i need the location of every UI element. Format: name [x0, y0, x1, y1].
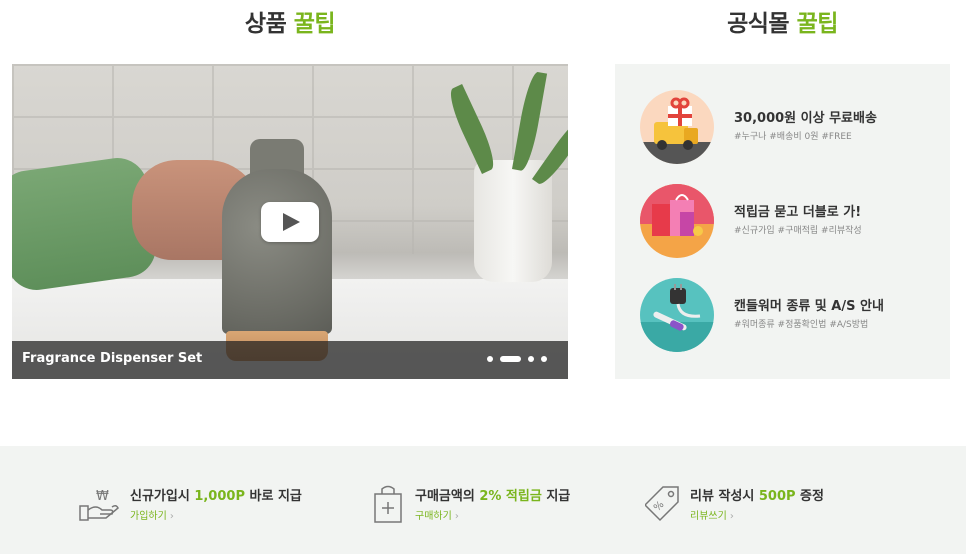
chevron-right-icon: ›	[454, 511, 459, 522]
slide-dot-3[interactable]	[528, 356, 534, 362]
link-label: 구매하기	[415, 511, 452, 522]
video-thumbnail-bottle	[222, 139, 332, 364]
title-prefix: 상품	[244, 11, 287, 37]
title-prefix: 공식몰	[727, 11, 790, 37]
video-slider[interactable]: Fragrance Dispenser Set	[12, 64, 568, 379]
slide-dot-1[interactable]	[487, 356, 493, 362]
tip-title: 30,000원 이상 무료배송	[734, 111, 877, 126]
headline-text: 증정	[795, 489, 824, 504]
title-accent: 꿀팁	[293, 11, 336, 37]
shopping-bags-icon	[640, 184, 714, 258]
video-caption: Fragrance Dispenser Set	[22, 351, 203, 366]
purchase-link[interactable]: 구매하기 ›	[415, 507, 459, 522]
headline-text: 바로 지급	[244, 489, 302, 504]
tip-tags: #신규가입 #구매적립 #리뷰작성	[734, 226, 862, 236]
review-link[interactable]: 리뷰쓰기 ›	[690, 507, 734, 522]
benefit-review[interactable]: % 리뷰 작성시 500P 증정 리뷰쓰기 ›	[645, 482, 865, 526]
benefits-strip: ₩ 신규가입시 1,000P 바로 지급 가입하기 › 구매금액의 2% 적립금 …	[0, 446, 966, 554]
benefit-headline: 신규가입시 1,000P 바로 지급	[130, 485, 302, 504]
benefit-headline: 리뷰 작성시 500P 증정	[690, 485, 824, 504]
chevron-right-icon: ›	[169, 511, 174, 522]
chevron-right-icon: ›	[729, 511, 734, 522]
tip-tags: #누구나 #배송비 0원 #FREE	[734, 132, 852, 142]
tip-tags: #워머종류 #정품확인법 #A/S방법	[734, 320, 869, 330]
title-accent: 꿀팁	[796, 11, 839, 37]
link-label: 리뷰쓰기	[690, 511, 727, 522]
product-tips-title: 상품 꿀팁	[12, 4, 568, 38]
headline-text: 신규가입시	[130, 489, 195, 504]
mall-tips-panel: 30,000원 이상 무료배송 #누구나 #배송비 0원 #FREE 적립금 묻…	[615, 64, 950, 379]
headline-highlight: 1,000P	[194, 489, 245, 504]
headline-text: 구매금액의	[415, 489, 480, 504]
delivery-gift-icon	[640, 90, 714, 164]
slide-dot-2[interactable]	[500, 356, 521, 362]
headline-text: 리뷰 작성시	[690, 489, 759, 504]
benefit-purchase[interactable]: 구매금액의 2% 적립금 지급 구매하기 ›	[372, 482, 612, 526]
svg-text:%: %	[652, 499, 667, 514]
play-button[interactable]	[261, 202, 319, 242]
headline-highlight: 500P	[758, 489, 796, 504]
benefit-headline: 구매금액의 2% 적립금 지급	[415, 485, 570, 504]
tip-title: 캔들워머 종류 및 A/S 안내	[734, 299, 884, 314]
tip-title: 적립금 묻고 더블로 가!	[734, 205, 862, 220]
warmer-plug-icon	[640, 278, 714, 352]
price-tag-icon: %	[645, 486, 679, 522]
slider-pagination	[487, 356, 547, 362]
play-icon	[283, 213, 300, 231]
tip-item-warmer-guide[interactable]: 캔들워머 종류 및 A/S 안내 #워머종류 #정품확인법 #A/S방법	[640, 278, 940, 354]
hand-won-icon: ₩	[79, 489, 119, 521]
mall-tips-title: 공식몰 꿀팁	[615, 4, 950, 38]
headline-highlight: 2% 적립금	[479, 489, 542, 504]
svg-text:₩: ₩	[96, 489, 109, 504]
tip-item-free-delivery[interactable]: 30,000원 이상 무료배송 #누구나 #배송비 0원 #FREE	[640, 90, 940, 166]
tip-item-double-points[interactable]: 적립금 묻고 더블로 가! #신규가입 #구매적립 #리뷰작성	[640, 184, 940, 260]
headline-text: 지급	[541, 489, 571, 504]
shopping-bag-plus-icon	[374, 485, 402, 523]
video-caption-bar: Fragrance Dispenser Set	[12, 341, 568, 379]
slide-dot-4[interactable]	[541, 356, 547, 362]
signup-link[interactable]: 가입하기 ›	[130, 507, 174, 522]
benefit-signup[interactable]: ₩ 신규가입시 1,000P 바로 지급 가입하기 ›	[78, 482, 338, 526]
link-label: 가입하기	[130, 511, 167, 522]
